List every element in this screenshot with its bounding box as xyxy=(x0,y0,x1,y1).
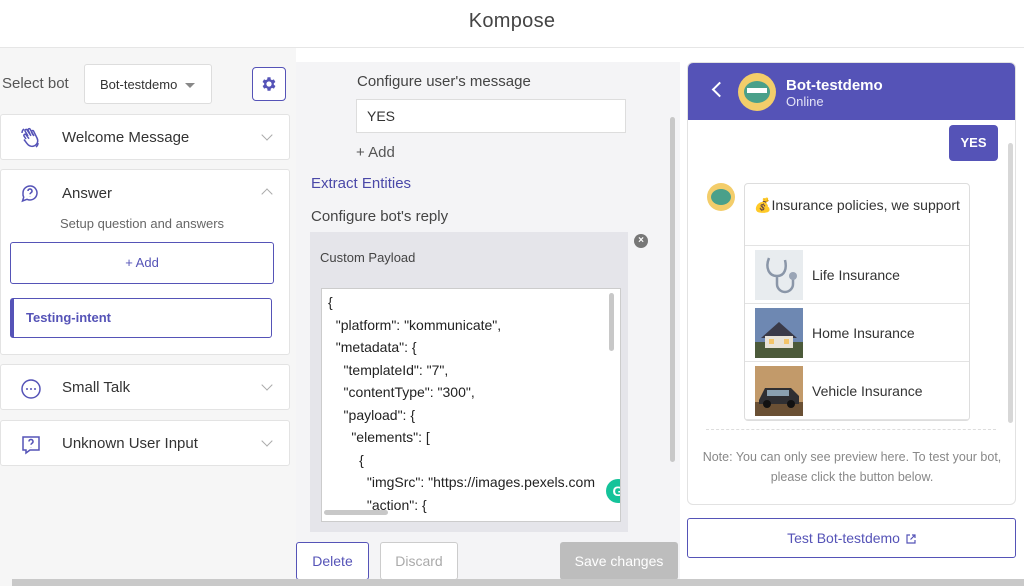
horizontal-scrollbar[interactable] xyxy=(12,579,1024,586)
left-panel: Select bot Bot-testdemo Welcome Message … xyxy=(0,48,296,586)
user-message-bubble: YES xyxy=(949,125,998,161)
bot-status: Online xyxy=(786,94,824,109)
stethoscope-image xyxy=(755,250,803,300)
select-bot-label: Select bot xyxy=(2,75,69,92)
section-unknown-user-input[interactable]: Unknown User Input xyxy=(0,420,290,466)
list-item-label: Home Insurance xyxy=(812,325,915,341)
back-arrow-icon[interactable] xyxy=(711,81,728,98)
close-payload-icon[interactable]: × xyxy=(634,234,648,248)
page-title: Kompose xyxy=(468,10,556,32)
chat-dots-icon xyxy=(21,379,41,399)
chevron-down-icon[interactable] xyxy=(261,379,273,391)
test-bot-button[interactable]: Test Bot-testdemo xyxy=(687,518,1016,558)
extract-entities-link[interactable]: Extract Entities xyxy=(311,175,411,192)
chevron-up-icon[interactable] xyxy=(261,188,273,200)
intent-item[interactable]: Testing-intent xyxy=(10,298,272,338)
chat-preview: Bot-testdemo Online YES 💰Insurance polic… xyxy=(687,62,1016,505)
settings-button[interactable] xyxy=(252,67,286,101)
preview-divider xyxy=(706,429,996,430)
bot-reply-label: Configure bot's reply xyxy=(311,208,449,225)
bot-avatar xyxy=(738,73,776,111)
chevron-down-icon xyxy=(185,83,195,88)
user-message-input[interactable]: YES xyxy=(356,99,626,133)
external-link-icon xyxy=(906,534,916,544)
list-title-text: Insurance policies, we support xyxy=(771,197,960,213)
section-small-talk[interactable]: Small Talk xyxy=(0,364,290,410)
discard-button[interactable]: Discard xyxy=(380,542,458,580)
list-item-label: Vehicle Insurance xyxy=(812,383,923,399)
preview-scrollbar[interactable] xyxy=(1008,143,1013,423)
bot-name: Bot-testdemo xyxy=(786,77,883,94)
bot-avatar-small xyxy=(707,183,735,211)
list-item[interactable]: Vehicle Insurance xyxy=(745,362,969,420)
test-bot-label: Test Bot-testdemo xyxy=(787,530,900,546)
code-horizontal-scrollbar[interactable] xyxy=(324,510,388,515)
payload-code-editor[interactable]: { "platform": "kommunicate", "metadata":… xyxy=(321,288,621,522)
unknown-question-icon xyxy=(22,436,40,455)
chat-header: Bot-testdemo Online xyxy=(688,63,1015,120)
house-image xyxy=(755,308,803,358)
custom-payload-box: Custom Payload { "platform": "kommunicat… xyxy=(310,232,628,532)
payload-title: Custom Payload xyxy=(320,250,416,265)
section-label: Small Talk xyxy=(62,379,131,396)
section-label: Unknown User Input xyxy=(62,435,198,452)
list-template-card: 💰Insurance policies, we support Life Ins… xyxy=(744,183,970,421)
list-title: 💰Insurance policies, we support xyxy=(745,184,969,246)
wave-hand-icon xyxy=(21,127,39,148)
selected-bot-value: Bot-testdemo xyxy=(100,77,178,92)
save-changes-button[interactable]: Save changes xyxy=(560,542,678,580)
add-user-message-button[interactable]: + Add xyxy=(356,144,395,161)
payload-code: { "platform": "kommunicate", "metadata":… xyxy=(328,294,595,513)
code-vertical-scrollbar[interactable] xyxy=(609,293,614,351)
bot-select-dropdown[interactable]: Bot-testdemo xyxy=(84,64,212,104)
chevron-down-icon[interactable] xyxy=(261,129,273,141)
section-answer: Answer Setup question and answers + Add … xyxy=(0,169,290,355)
delete-button[interactable]: Delete xyxy=(296,542,369,580)
section-label: Welcome Message xyxy=(62,129,190,146)
bot-selector-bar: Select bot Bot-testdemo xyxy=(0,64,296,104)
chevron-down-icon[interactable] xyxy=(261,435,273,447)
list-item[interactable]: Home Insurance xyxy=(745,304,969,362)
editor-panel: Configure user's message YES + Add Extra… xyxy=(296,62,680,586)
gear-icon xyxy=(262,77,276,91)
section-subtitle: Setup question and answers xyxy=(60,216,225,231)
section-label: Answer xyxy=(62,185,113,202)
top-bar: Kompose xyxy=(0,0,1024,48)
preview-note: Note: You can only see preview here. To … xyxy=(702,450,1002,484)
list-item[interactable]: Life Insurance xyxy=(745,246,969,304)
user-message-label: Configure user's message xyxy=(357,73,531,90)
section-welcome-message[interactable]: Welcome Message xyxy=(0,114,290,160)
question-bubble-icon xyxy=(21,185,38,203)
add-intent-button[interactable]: + Add xyxy=(10,242,274,284)
editor-scrollbar[interactable] xyxy=(670,117,675,462)
list-item-label: Life Insurance xyxy=(812,267,900,283)
money-bag-icon: 💰 xyxy=(754,197,772,213)
car-image xyxy=(755,366,803,416)
